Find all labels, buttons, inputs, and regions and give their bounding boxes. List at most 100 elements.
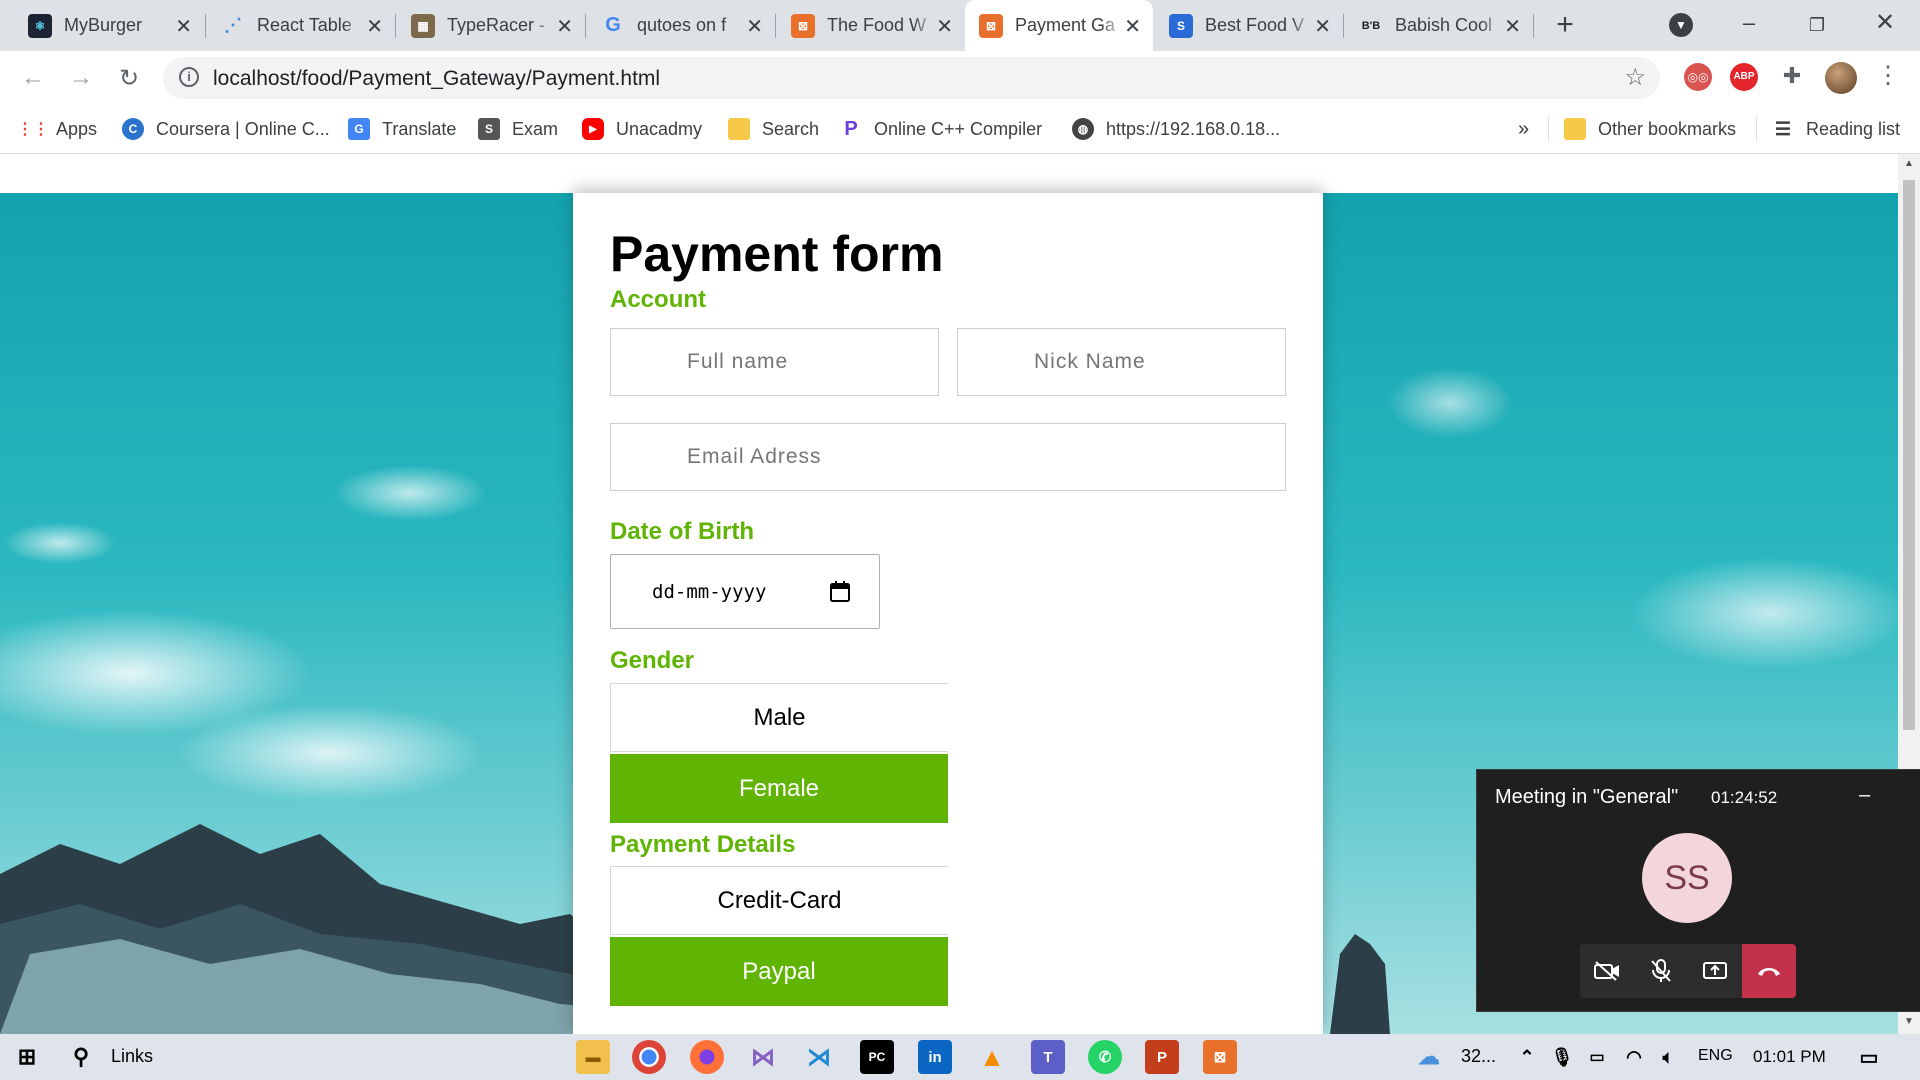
youtube-icon: ▶ [582, 118, 604, 140]
bookmark-unacadmy[interactable]: ▶ Unacadmy [582, 116, 702, 142]
xampp-icon[interactable]: ⊠ [1203, 1040, 1237, 1074]
bookmarks-bar: ⋮⋮ Apps C Coursera | Online C... G Trans… [0, 104, 1920, 154]
taskbar-search-label[interactable]: Links [111, 1046, 153, 1067]
meeting-popup[interactable]: Meeting in "General" 01:24:52 – SS [1476, 769, 1920, 1012]
scroll-up-arrow[interactable]: ▲ [1904, 158, 1914, 169]
bookmark-label: Apps [56, 118, 98, 139]
mute-button[interactable] [1634, 944, 1688, 998]
nick-name-field[interactable]: Nick Name [957, 328, 1286, 396]
tab-search-icon[interactable]: ▼ [1669, 13, 1693, 37]
tab-payment-gateway[interactable]: ⊠ Payment Ga ✕ [965, 0, 1153, 51]
scroll-down-arrow[interactable]: ▼ [1904, 1016, 1914, 1027]
battery-icon[interactable]: ▭ [1580, 1040, 1614, 1074]
file-explorer-icon[interactable]: ▬ [576, 1040, 610, 1074]
bookmark-label: Search [762, 118, 820, 139]
close-window-button[interactable]: ✕ [1870, 8, 1900, 38]
minimize-meeting-button[interactable]: – [1859, 784, 1870, 807]
bookmark-online-compiler[interactable]: P Online C++ Compiler [840, 116, 1042, 142]
input-language[interactable]: ENG [1698, 1047, 1733, 1065]
tab-myburger[interactable]: ⚛ MyBurger ✕ [14, 0, 204, 51]
browser-toolbar: ← → ↻ i localhost/food/Payment_Gateway/P… [0, 51, 1920, 104]
address-bar[interactable]: i localhost/food/Payment_Gateway/Payment… [163, 57, 1660, 99]
reload-button[interactable]: ↻ [112, 61, 146, 95]
minimize-window-button[interactable]: – [1734, 10, 1764, 40]
close-icon[interactable]: ✕ [1124, 14, 1141, 39]
tab-babish[interactable]: B'B Babish Cool ✕ [1345, 0, 1533, 51]
tab-react-table[interactable]: ⋰ React Table ✕ [207, 0, 395, 51]
close-icon[interactable]: ✕ [1504, 14, 1521, 39]
bookmark-label: Translate [382, 118, 457, 139]
bookmark-label: Unacadmy [616, 118, 703, 139]
calendar-icon[interactable] [829, 581, 851, 603]
whatsapp-icon[interactable]: ✆ [1088, 1040, 1122, 1074]
menu-icon[interactable]: ⋮ [1876, 61, 1900, 95]
react-icon: ⚛ [28, 13, 52, 38]
back-button[interactable]: ← [16, 61, 50, 95]
react-table-icon: ⋰ [224, 15, 242, 35]
info-icon[interactable]: i [179, 67, 199, 87]
close-icon[interactable]: ✕ [366, 14, 383, 39]
tab-title: Best Food V [1205, 15, 1305, 35]
system-clock[interactable]: 01:01 PM [1753, 1047, 1826, 1067]
bookmark-exam[interactable]: S Exam [478, 116, 558, 142]
profile-avatar[interactable] [1825, 62, 1857, 94]
email-field[interactable]: Email Adress [610, 423, 1286, 491]
notification-icon[interactable]: ▭ [1852, 1040, 1886, 1074]
linkedin-icon[interactable]: in [918, 1040, 952, 1074]
extension-owl-icon[interactable]: ◎◎ [1684, 63, 1712, 91]
bookmark-other[interactable]: Other bookmarks [1564, 116, 1736, 142]
xampp-icon: ⊠ [979, 13, 1003, 38]
tab-the-food[interactable]: ⊠ The Food W ✕ [777, 0, 965, 51]
vlc-icon[interactable]: ▲ [975, 1040, 1009, 1074]
share-screen-button[interactable] [1688, 944, 1742, 998]
chrome-icon[interactable] [632, 1040, 666, 1074]
credit-card-option[interactable]: Credit-Card [610, 866, 948, 935]
firefox-icon[interactable] [690, 1040, 724, 1074]
tab-best-food[interactable]: S Best Food V ✕ [1155, 0, 1343, 51]
microphone-icon[interactable]: 🎙︎ [1545, 1040, 1579, 1074]
full-name-field[interactable]: Full name [610, 328, 939, 396]
gender-female-option[interactable]: Female [610, 754, 948, 823]
gender-male-option[interactable]: Male [610, 683, 948, 752]
bookmark-coursera[interactable]: C Coursera | Online C... [122, 116, 330, 142]
date-of-birth-input[interactable]: dd-mm-yyyy [610, 554, 880, 629]
tab-google-search[interactable]: G qutoes on f ✕ [587, 0, 775, 51]
extensions-puzzle-icon[interactable]: ✚ [1778, 63, 1806, 91]
close-icon[interactable]: ✕ [175, 14, 192, 39]
pycharm-icon[interactable]: PC [860, 1040, 894, 1074]
close-icon[interactable]: ✕ [1314, 14, 1331, 39]
search-icon[interactable]: ⚲ [64, 1040, 98, 1074]
scrollbar-thumb[interactable] [1903, 180, 1915, 730]
weather-temp[interactable]: 32... [1461, 1046, 1496, 1067]
adblock-icon[interactable]: ABP [1730, 63, 1758, 91]
close-icon[interactable]: ✕ [746, 14, 763, 39]
close-icon[interactable]: ✕ [556, 14, 573, 39]
date-of-birth-heading: Date of Birth [610, 518, 754, 545]
meeting-title: Meeting in "General" [1495, 786, 1679, 808]
new-tab-button[interactable]: + [1548, 8, 1582, 42]
restore-window-button[interactable]: ❐ [1802, 10, 1832, 40]
tab-typeracer[interactable]: ▦ TypeRacer - ✕ [397, 0, 585, 51]
wifi-icon[interactable]: ◠ [1617, 1040, 1651, 1074]
hang-up-button[interactable] [1742, 944, 1796, 998]
bookmark-apps[interactable]: ⋮⋮ Apps [17, 116, 98, 142]
reading-list[interactable]: ☰ Reading list [1772, 116, 1900, 142]
windows-start-icon[interactable]: ⊞ [10, 1040, 44, 1074]
url-text: localhost/food/Payment_Gateway/Payment.h… [213, 67, 661, 90]
close-icon[interactable]: ✕ [936, 14, 953, 39]
show-hidden-icons[interactable]: ⌃ [1510, 1040, 1544, 1074]
volume-icon[interactable]: 🔈︎ [1651, 1040, 1685, 1074]
paypal-option[interactable]: Paypal [610, 937, 948, 1006]
bookmark-translate[interactable]: G Translate [348, 116, 456, 142]
powerpoint-icon[interactable]: P [1145, 1040, 1179, 1074]
forward-button[interactable]: → [64, 61, 98, 95]
teams-icon[interactable]: T [1031, 1040, 1065, 1074]
weather-icon[interactable]: ☁ [1412, 1040, 1446, 1074]
visual-studio-icon[interactable]: ⋈ [746, 1040, 780, 1074]
bookmark-local-ip[interactable]: ◍ https://192.168.0.18... [1072, 116, 1280, 142]
star-icon[interactable]: ☆ [1624, 63, 1646, 92]
vscode-icon[interactable]: ⋊ [802, 1040, 836, 1074]
camera-off-button[interactable] [1580, 944, 1634, 998]
bookmarks-overflow-button[interactable]: » [1518, 116, 1529, 142]
bookmark-search[interactable]: Search [728, 116, 819, 142]
